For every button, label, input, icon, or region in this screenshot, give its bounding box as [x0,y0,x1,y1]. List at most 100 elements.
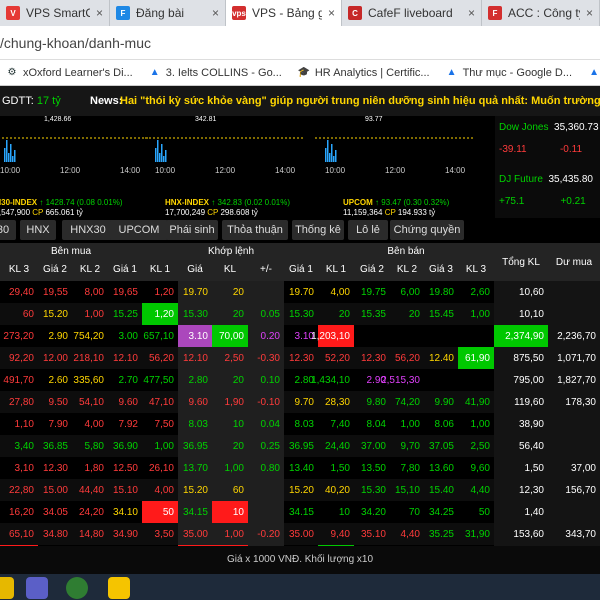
tab-close-icon[interactable]: × [96,6,103,20]
table-cell: 1,80 [84,462,104,474]
bookmark-item[interactable]: ▲ 3. Ielts COLLINS - Go... [149,67,282,79]
table-cell: 15.35 [360,308,386,320]
sticky-notes-icon[interactable] [108,577,130,599]
table-cell: 2,50 [212,347,248,369]
table-row[interactable]: 65,10 34.80 14,80 34.90 3,50 35.00 1,00 -0.20 35… [0,523,600,545]
column-header[interactable]: KL 2 [72,259,108,279]
bookmark-item[interactable]: ▲ Thư mục - Google D... [446,67,572,79]
column-header[interactable]: Giá 2 [354,259,390,279]
dow-jones-name[interactable]: Dow Jones [499,122,548,133]
table-cell: 0.10 [248,369,284,391]
dow-jones-pct: -0.11 [559,144,583,155]
browser-tab[interactable]: C CafeF liveboard × [342,0,482,26]
column-header[interactable]: Giá [178,259,212,279]
table-cell: 9.70 [294,396,314,408]
browser-tab[interactable]: F Đăng bài × [110,0,226,26]
market-tab[interactable]: HNX30 [62,220,114,240]
table-row[interactable]: 92,20 12.00 218,10 12.10 56,20 12.10 2,50 -0.30… [0,347,600,369]
table-cell: 13.70 [178,457,212,479]
dj-future-name[interactable]: DJ Future [499,174,543,185]
column-header[interactable]: Giá 2 [38,259,72,279]
table-cell: 10 [212,413,248,435]
tab-close-icon[interactable]: × [586,6,593,20]
table-row[interactable]: 491,70 2.60 335,60 2.70 477,50 2.80 20 0.10 2.80… [0,369,600,391]
bookmark-item[interactable]: ⚙ xOxford Learner's Di... [6,67,133,79]
table-row[interactable]: 29,40 19,55 8,00 19,65 1,20 19.70 20 19.70 4,00 1… [0,281,600,303]
file-explorer-icon[interactable] [0,577,14,599]
table-cell: 9.50 [48,396,68,408]
market-tab[interactable]: Thỏa thuận [222,220,288,240]
table-cell: 0.04 [248,413,284,435]
table-row[interactable]: 60 15.20 1,00 15.25 1,20 15.30 20 0.05 15.30 20 15… [0,303,600,325]
column-header-du-mua[interactable]: Dư mua [548,243,600,281]
table-cell: 1,50 [330,462,350,474]
table-row[interactable]: 1,10 7.90 4,00 7.92 7,50 8.03 10 0.04 8.03 7,40 8.… [0,413,600,435]
column-header[interactable]: KL 1 [318,259,354,279]
table-cell: 34.90 [112,528,138,540]
column-header[interactable]: +/- [248,259,284,279]
market-tab[interactable]: 30 [0,220,16,240]
tab-close-icon[interactable]: × [328,6,335,20]
table-cell: 54,10 [78,396,104,408]
bookmark-item[interactable]: 🎓 HR Analytics | Certific... [298,67,430,79]
url-text[interactable]: /chung-khoan/danh-muc [0,35,151,51]
table-cell: 20 [338,308,350,320]
table-cell: 13.60 [428,462,454,474]
table-cell: 2,60 [470,286,490,298]
column-header[interactable]: KL 3 [0,259,38,279]
tab-close-icon[interactable]: × [212,6,219,20]
dj-future-change: +75.1 [499,196,525,207]
table-row[interactable]: 27,80 9.50 54,10 9.60 47,10 9.60 1,90 -0.10 9.70… [0,391,600,413]
table-cell: 15,10 [394,484,420,496]
market-tab[interactable]: UPCOM [110,220,168,240]
chrome-icon[interactable] [66,577,88,599]
table-cell: 1,00 [154,440,174,452]
bookmark-label: HR Analytics | Certific... [314,66,430,79]
news-ticker-text[interactable]: Hai "thói kỳ sức khỏe vàng" giúp người t… [120,95,600,107]
index-name: UPCOM [343,198,373,207]
market-tab[interactable]: Lô lẻ [348,220,388,240]
table-cell [424,369,458,391]
address-bar[interactable]: /chung-khoan/danh-muc [0,26,600,60]
column-header[interactable]: KL [212,259,248,279]
column-header[interactable]: Giá 1 [284,259,318,279]
market-tab[interactable]: Phái sinh [166,220,218,240]
table-row[interactable]: 3,10 12.30 1,80 12.50 26,10 13.70 1,00 0.80 13.4… [0,457,600,479]
table-cell: 20 [212,369,248,391]
volume-bar [4,148,6,162]
table-cell: 1,00 [84,308,104,320]
browser-tab[interactable]: vps VPS - Bảng giá × [226,0,342,26]
volume-bar [329,153,331,162]
table-cell: 3,40 [14,440,34,452]
table-row[interactable]: 3,40 36.85 5,80 36.90 1,00 36.95 20 0.25 36.95 24… [0,435,600,457]
table-cell: 37.05 [428,440,454,452]
column-header[interactable]: Giá 3 [424,259,458,279]
table-cell: 65,10 [8,528,34,540]
table-row[interactable]: 22,80 15.00 44,40 15.10 4,00 15.20 60 15.20 40,2… [0,479,600,501]
table-cell: 6,00 [400,286,420,298]
tab-close-icon[interactable]: × [468,6,475,20]
browser-tab[interactable]: V VPS SmartOne × [0,0,110,26]
column-header[interactable]: KL 2 [390,259,424,279]
column-header-tong-kl[interactable]: Tổng KL [494,243,548,281]
table-cell: 74,20 [394,396,420,408]
teams-icon[interactable] [26,577,48,599]
table-cell: 19.70 [288,286,314,298]
table-cell: 12.00 [42,352,68,364]
table-row[interactable]: 273,20 2.90 754,20 3.00 657,10 3.10 70,00 0.20 3… [0,325,600,347]
bookmarks-bar: ⚙ xOxford Learner's Di... ▲ 3. Ielts COLLIN… [0,60,600,86]
market-tab[interactable]: HNX [20,220,56,240]
market-tabs: 30HNX HNX30UPCOMPhái sinhThỏa thuậnThống … [0,218,600,243]
time-axis-label: 10:00 [155,166,176,175]
column-header[interactable]: KL 1 [142,259,178,279]
time-axis-label: 12:00 [385,166,406,175]
market-tab[interactable]: Chứng quyền [390,220,464,240]
table-cell: 36.85 [42,440,68,452]
browser-tab[interactable]: F ACC : Công ty × [482,0,600,26]
column-header[interactable]: Giá 1 [108,259,142,279]
market-tab[interactable]: Thống kê [292,220,344,240]
column-header[interactable]: KL 3 [458,259,494,279]
tab-title: VPS SmartOne [26,6,90,20]
bookmark-item[interactable]: ▲Aptis - Google Dr [588,67,600,79]
table-row[interactable]: 16,20 34.05 24,20 34.10 50 34.15 10 34.15 10 34.2… [0,501,600,523]
